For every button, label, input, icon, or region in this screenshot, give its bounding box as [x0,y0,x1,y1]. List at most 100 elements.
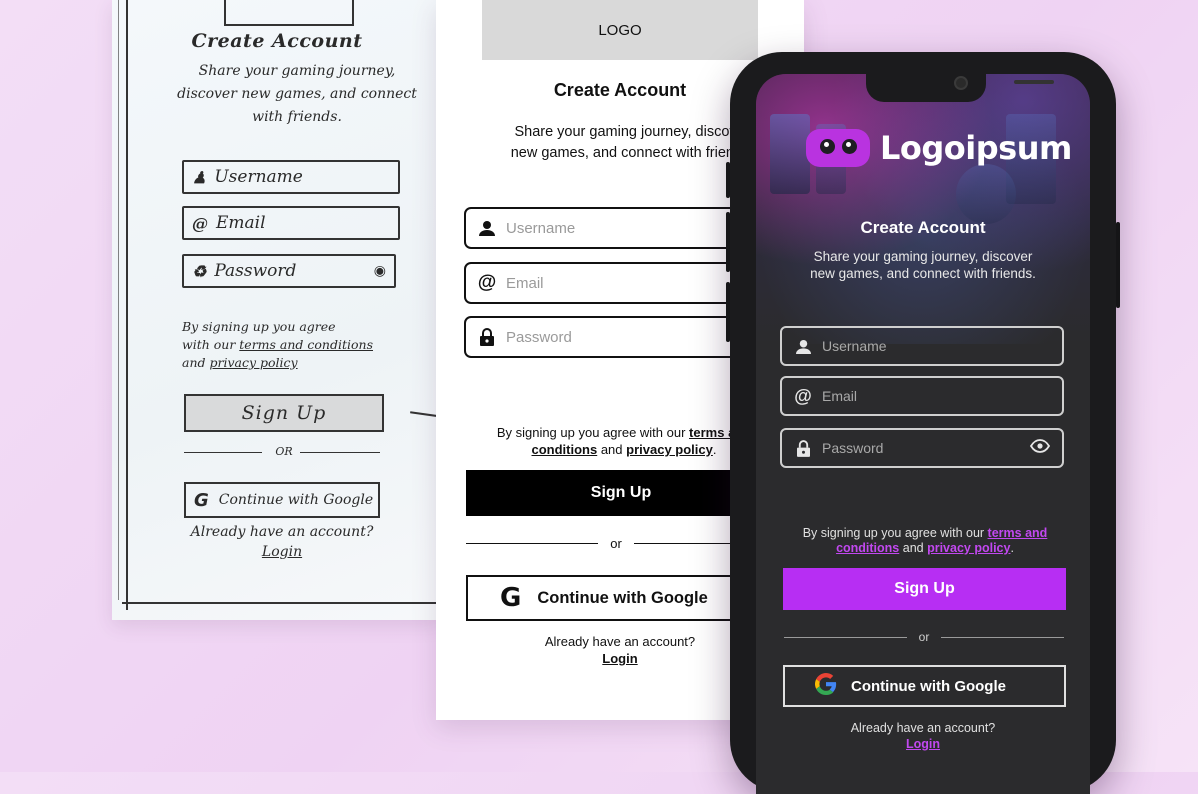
sketch-subtitle-line: Share your gaming journey, [198,63,396,79]
already-text: Already have an account? [850,721,996,735]
page-title: Create Account [860,218,986,237]
wireframe-password-placeholder: Password [506,328,572,346]
phone-side-button [726,162,730,198]
divider-line [784,636,907,638]
brand-name: Logoipsum [880,129,1072,167]
or-divider: or [784,630,1065,644]
phone-side-button [726,212,730,272]
terms-text: By signing up you agree with our terms a… [790,526,1060,556]
sketch-password-field: ♻ Password ◉ [182,254,396,288]
sketch-subtitle-line: with friends. [252,109,342,125]
sketch-mockup: Create Account Share your gaming journey… [112,0,442,620]
camera-icon [954,76,968,90]
password-input[interactable]: Password [780,428,1064,468]
wireframe-username-placeholder: Username [506,219,576,237]
wireframe-terms-text: By signing up you agree with our [496,425,690,440]
divider-line [466,543,599,544]
wireframe-email-input[interactable]: @ Email [464,262,764,304]
signup-button[interactable]: Sign Up [783,568,1066,610]
phone-power-button [1116,222,1120,308]
wireframe-google-button[interactable]: G Continue with Google [466,575,766,621]
privacy-link[interactable]: privacy policy [927,541,1010,555]
sketch-title: Create Account [191,30,363,52]
wireframe-logo: LOGO [482,0,758,60]
login-link[interactable]: Login [906,737,940,751]
sketch-password-label: Password [214,261,297,281]
sketch-terms-text: with our [182,337,240,352]
sketch-logo-placeholder [224,0,354,26]
sketch-already-account: Already have an account? Login [172,522,392,562]
user-icon [794,339,812,354]
wireframe-email-placeholder: Email [506,274,544,292]
wireframe-login-link[interactable]: Login [602,651,637,666]
at-icon: @ [192,213,208,233]
email-placeholder: Email [822,388,858,404]
sketch-google-button: G Continue with Google [184,482,380,518]
sketch-terms-link: terms and conditions [239,337,373,352]
sketch-privacy-link: privacy policy [209,355,298,370]
google-icon: G [194,489,209,511]
lock-icon: ♻ [192,261,207,281]
logo-eye-icon [842,139,857,154]
sketch-login-link: Login [261,544,303,560]
google-signin-button[interactable]: Continue with Google [783,665,1066,707]
wireframe-or-label: or [610,536,622,551]
google-label: Continue with Google [851,677,1006,695]
wireframe-divider: or [466,536,766,551]
sketch-frame-line [118,0,119,600]
sketch-username-field: ♟ Username [182,160,400,194]
wireframe-username-input[interactable]: Username [464,207,764,249]
logo-eye-icon [820,139,835,154]
google-icon: G [500,583,522,613]
google-icon [815,673,837,699]
sketch-email-field: @ Email [182,206,400,240]
phone-side-button [726,282,730,342]
terms-prefix: By signing up you agree with our [802,526,988,540]
sketch-or-label: OR [275,445,293,458]
already-account: Already have an account? Login [756,720,1090,752]
at-icon: @ [794,385,812,406]
page-subtitle: Share your gaming journey, discover new … [810,249,1036,281]
arcade-machine-shape [770,114,810,194]
sketch-frame-line [122,602,442,604]
brand-logo: Logoipsum [806,129,1072,167]
sketch-terms-text: and [182,355,210,370]
email-input[interactable]: @ Email [780,376,1064,416]
phone-notch [866,74,1054,102]
phone-screen: Logoipsum Create Account Share your gami… [756,74,1090,794]
divider-line [941,636,1065,638]
user-icon: ♟ [192,167,207,187]
lock-icon [794,439,812,457]
wireframe-terms-text: . [712,442,717,457]
sketch-subtitle-line: discover new games, and connect [177,86,417,102]
eye-icon: ◉ [373,263,386,279]
wireframe-password-input[interactable]: Password [464,316,764,358]
sketch-terms-line: and privacy policy [182,354,412,372]
speaker-icon [1014,80,1054,84]
sketch-subtitle: Share your gaming journey, discover new … [172,60,422,129]
logo-mark-icon [806,129,870,167]
sketch-email-label: Email [216,213,266,233]
password-placeholder: Password [822,440,884,456]
sketch-already-text: Already have an account? [190,524,374,540]
player-silhouette [956,164,1016,224]
terms-suffix: . [1010,541,1014,555]
sketch-frame-line [126,0,128,610]
sketch-signup-button: Sign Up [184,394,384,432]
username-placeholder: Username [822,338,887,354]
username-input[interactable]: Username [780,326,1064,366]
wireframe-google-label: Continue with Google [537,588,708,607]
or-label: or [918,630,930,644]
eye-icon[interactable] [1029,439,1051,456]
user-icon [478,220,496,236]
sketch-terms: By signing up you agree with our terms a… [182,318,412,372]
sketch-google-label: Continue with Google [218,492,374,508]
sketch-terms-line: with our terms and conditions [182,336,412,354]
hero-background-image [756,74,1090,344]
phone-mockup: Logoipsum Create Account Share your gami… [726,52,1120,794]
wireframe-terms-text: and [597,442,627,457]
at-icon: @ [477,272,497,293]
lock-icon [478,328,496,346]
wireframe-privacy-link[interactable]: privacy policy [626,442,713,457]
sketch-username-label: Username [214,167,303,187]
